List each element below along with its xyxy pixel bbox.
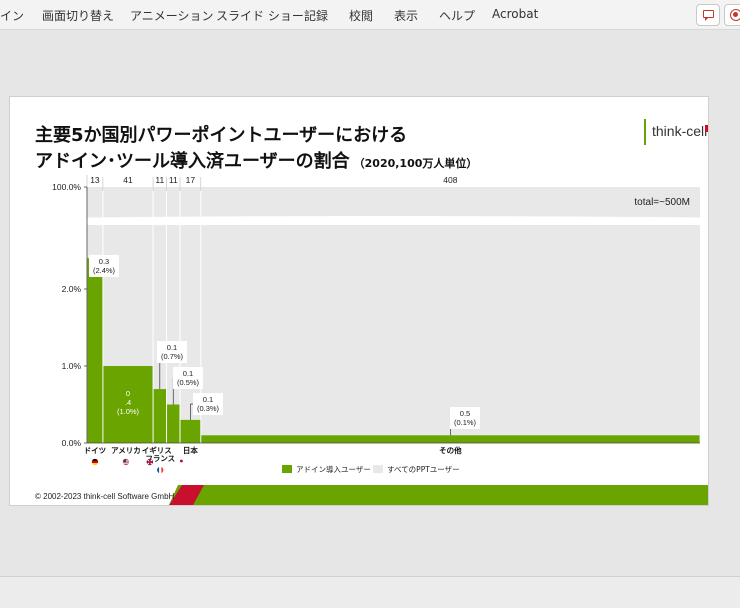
legend-label-addin: アドイン導入ユーザー <box>296 464 371 474</box>
flag-jp-icon <box>178 457 185 465</box>
category-label-0: ドイツ <box>84 446 107 455</box>
bar-2 <box>153 389 167 443</box>
comment-icon <box>703 10 714 21</box>
category-label-5: その他 <box>439 445 462 455</box>
y-tick-label-0: 0.0% <box>62 438 82 448</box>
slide-canvas[interactable]: 主要5か国別パワーポイントユーザーにおける アドイン･ツール導入済ユーザーの割合… <box>9 96 709 506</box>
legend-label-total: すべてのPPTユーザー <box>387 465 460 474</box>
width-label-0: 13 <box>90 175 100 185</box>
record-button[interactable] <box>724 4 740 26</box>
data-label-0-1: (2.4%) <box>93 266 116 275</box>
menu-view-tab[interactable]: 表示 <box>394 7 418 24</box>
data-label-4-0: 0.1 <box>203 395 213 404</box>
category-label-4: 日本 <box>183 445 198 455</box>
mekko-chart: 13 41 11 11 17 408 0.0% 1.0% 2.0% 100.0% total=~50… <box>52 175 708 505</box>
data-label-2-0: 0.1 <box>167 343 177 352</box>
menu-help-tab[interactable]: ヘルプ <box>439 7 475 24</box>
record-icon <box>730 9 740 21</box>
data-label-0-0: 0.3 <box>99 257 109 266</box>
flag-fr-icon <box>157 466 164 474</box>
menu-review-tab[interactable]: 校閲 <box>349 7 373 24</box>
notes-area[interactable] <box>0 576 740 608</box>
data-label-3-1: (0.5%) <box>177 378 200 387</box>
menu-record-tab[interactable]: 記録 <box>304 7 328 24</box>
legend-swatch-total <box>373 465 383 473</box>
category-label-1: アメリカ <box>111 446 141 455</box>
total-upper-band <box>87 187 700 219</box>
bar-3 <box>167 404 180 443</box>
footer-band <box>168 485 708 505</box>
width-label-3: 11 <box>169 175 178 185</box>
y-tick-label-3: 100.0% <box>52 182 81 192</box>
bar-0 <box>87 258 103 443</box>
menu-transitions-tab[interactable]: 画面切り替え <box>42 7 114 24</box>
legend-swatch-addin <box>282 465 292 473</box>
data-label-5-1: (0.1%) <box>454 418 477 427</box>
comments-button[interactable] <box>696 4 720 26</box>
copyright-footer: © 2002-2023 think-cell Software GmbH <box>35 492 175 501</box>
flag-us-icon <box>122 458 130 466</box>
bar-5 <box>201 435 700 443</box>
menu-design-tab[interactable]: イン <box>0 7 24 24</box>
data-label-2-1: (0.7%) <box>161 352 184 361</box>
data-label-1-0: 0 <box>126 389 130 398</box>
data-label-5-0: 0.5 <box>460 409 470 418</box>
width-label-4: 17 <box>186 175 196 185</box>
menu-animations-tab[interactable]: アニメーション <box>130 7 214 24</box>
menu-acrobat-tab[interactable]: Acrobat <box>492 7 538 21</box>
data-label-3-0: 0.1 <box>183 369 193 378</box>
y-tick-label-1: 1.0% <box>62 361 82 371</box>
data-label-1-2: (1.0%) <box>117 407 140 416</box>
bar-4 <box>180 419 201 443</box>
data-label-4-1: (0.3%) <box>197 404 220 413</box>
axis-break <box>84 216 701 223</box>
flag-gb-icon <box>146 458 154 466</box>
flag-de-icon <box>91 458 99 466</box>
menu-slideshow-tab[interactable]: スライド ショー <box>216 7 304 24</box>
y-tick-label-2: 2.0% <box>62 284 82 294</box>
width-label-2: 11 <box>155 175 164 185</box>
width-label-1: 41 <box>123 175 133 185</box>
total-annotation: total=~500M <box>634 197 690 208</box>
width-label-5: 408 <box>443 175 457 185</box>
ribbon-menu-bar: イン 画面切り替え アニメーション スライド ショー 記録 校閲 表示 ヘルプ … <box>0 0 740 30</box>
data-label-1-1: .4 <box>125 398 131 407</box>
